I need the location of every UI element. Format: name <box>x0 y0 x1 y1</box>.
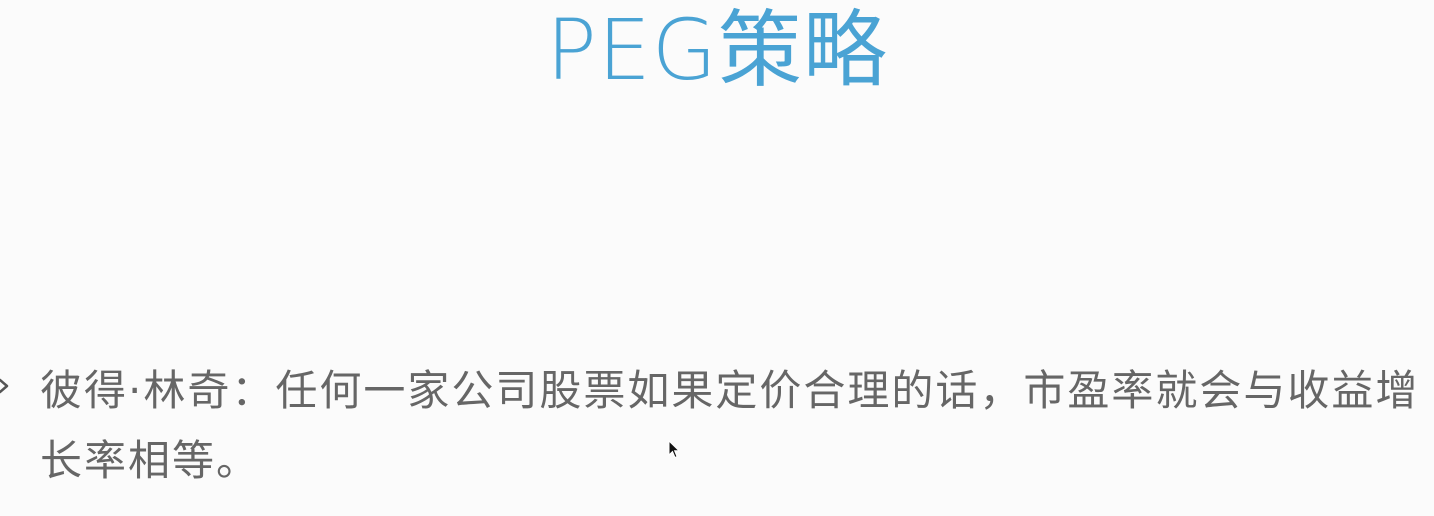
presentation-slide: PEG策略 彼得·林奇：任何一家公司股票如果定价合理的话，市盈率就会与收益增长率… <box>0 0 1434 516</box>
chevron-right-icon <box>0 378 9 394</box>
slide-title: PEG策略 <box>546 1 888 99</box>
bullet-item: 彼得·林奇：任何一家公司股票如果定价合理的话，市盈率就会与收益增长率相等。 <box>0 356 1434 496</box>
bullet-text: 彼得·林奇：任何一家公司股票如果定价合理的话，市盈率就会与收益增长率相等。 <box>40 366 1420 485</box>
mouse-cursor-icon <box>668 440 680 459</box>
